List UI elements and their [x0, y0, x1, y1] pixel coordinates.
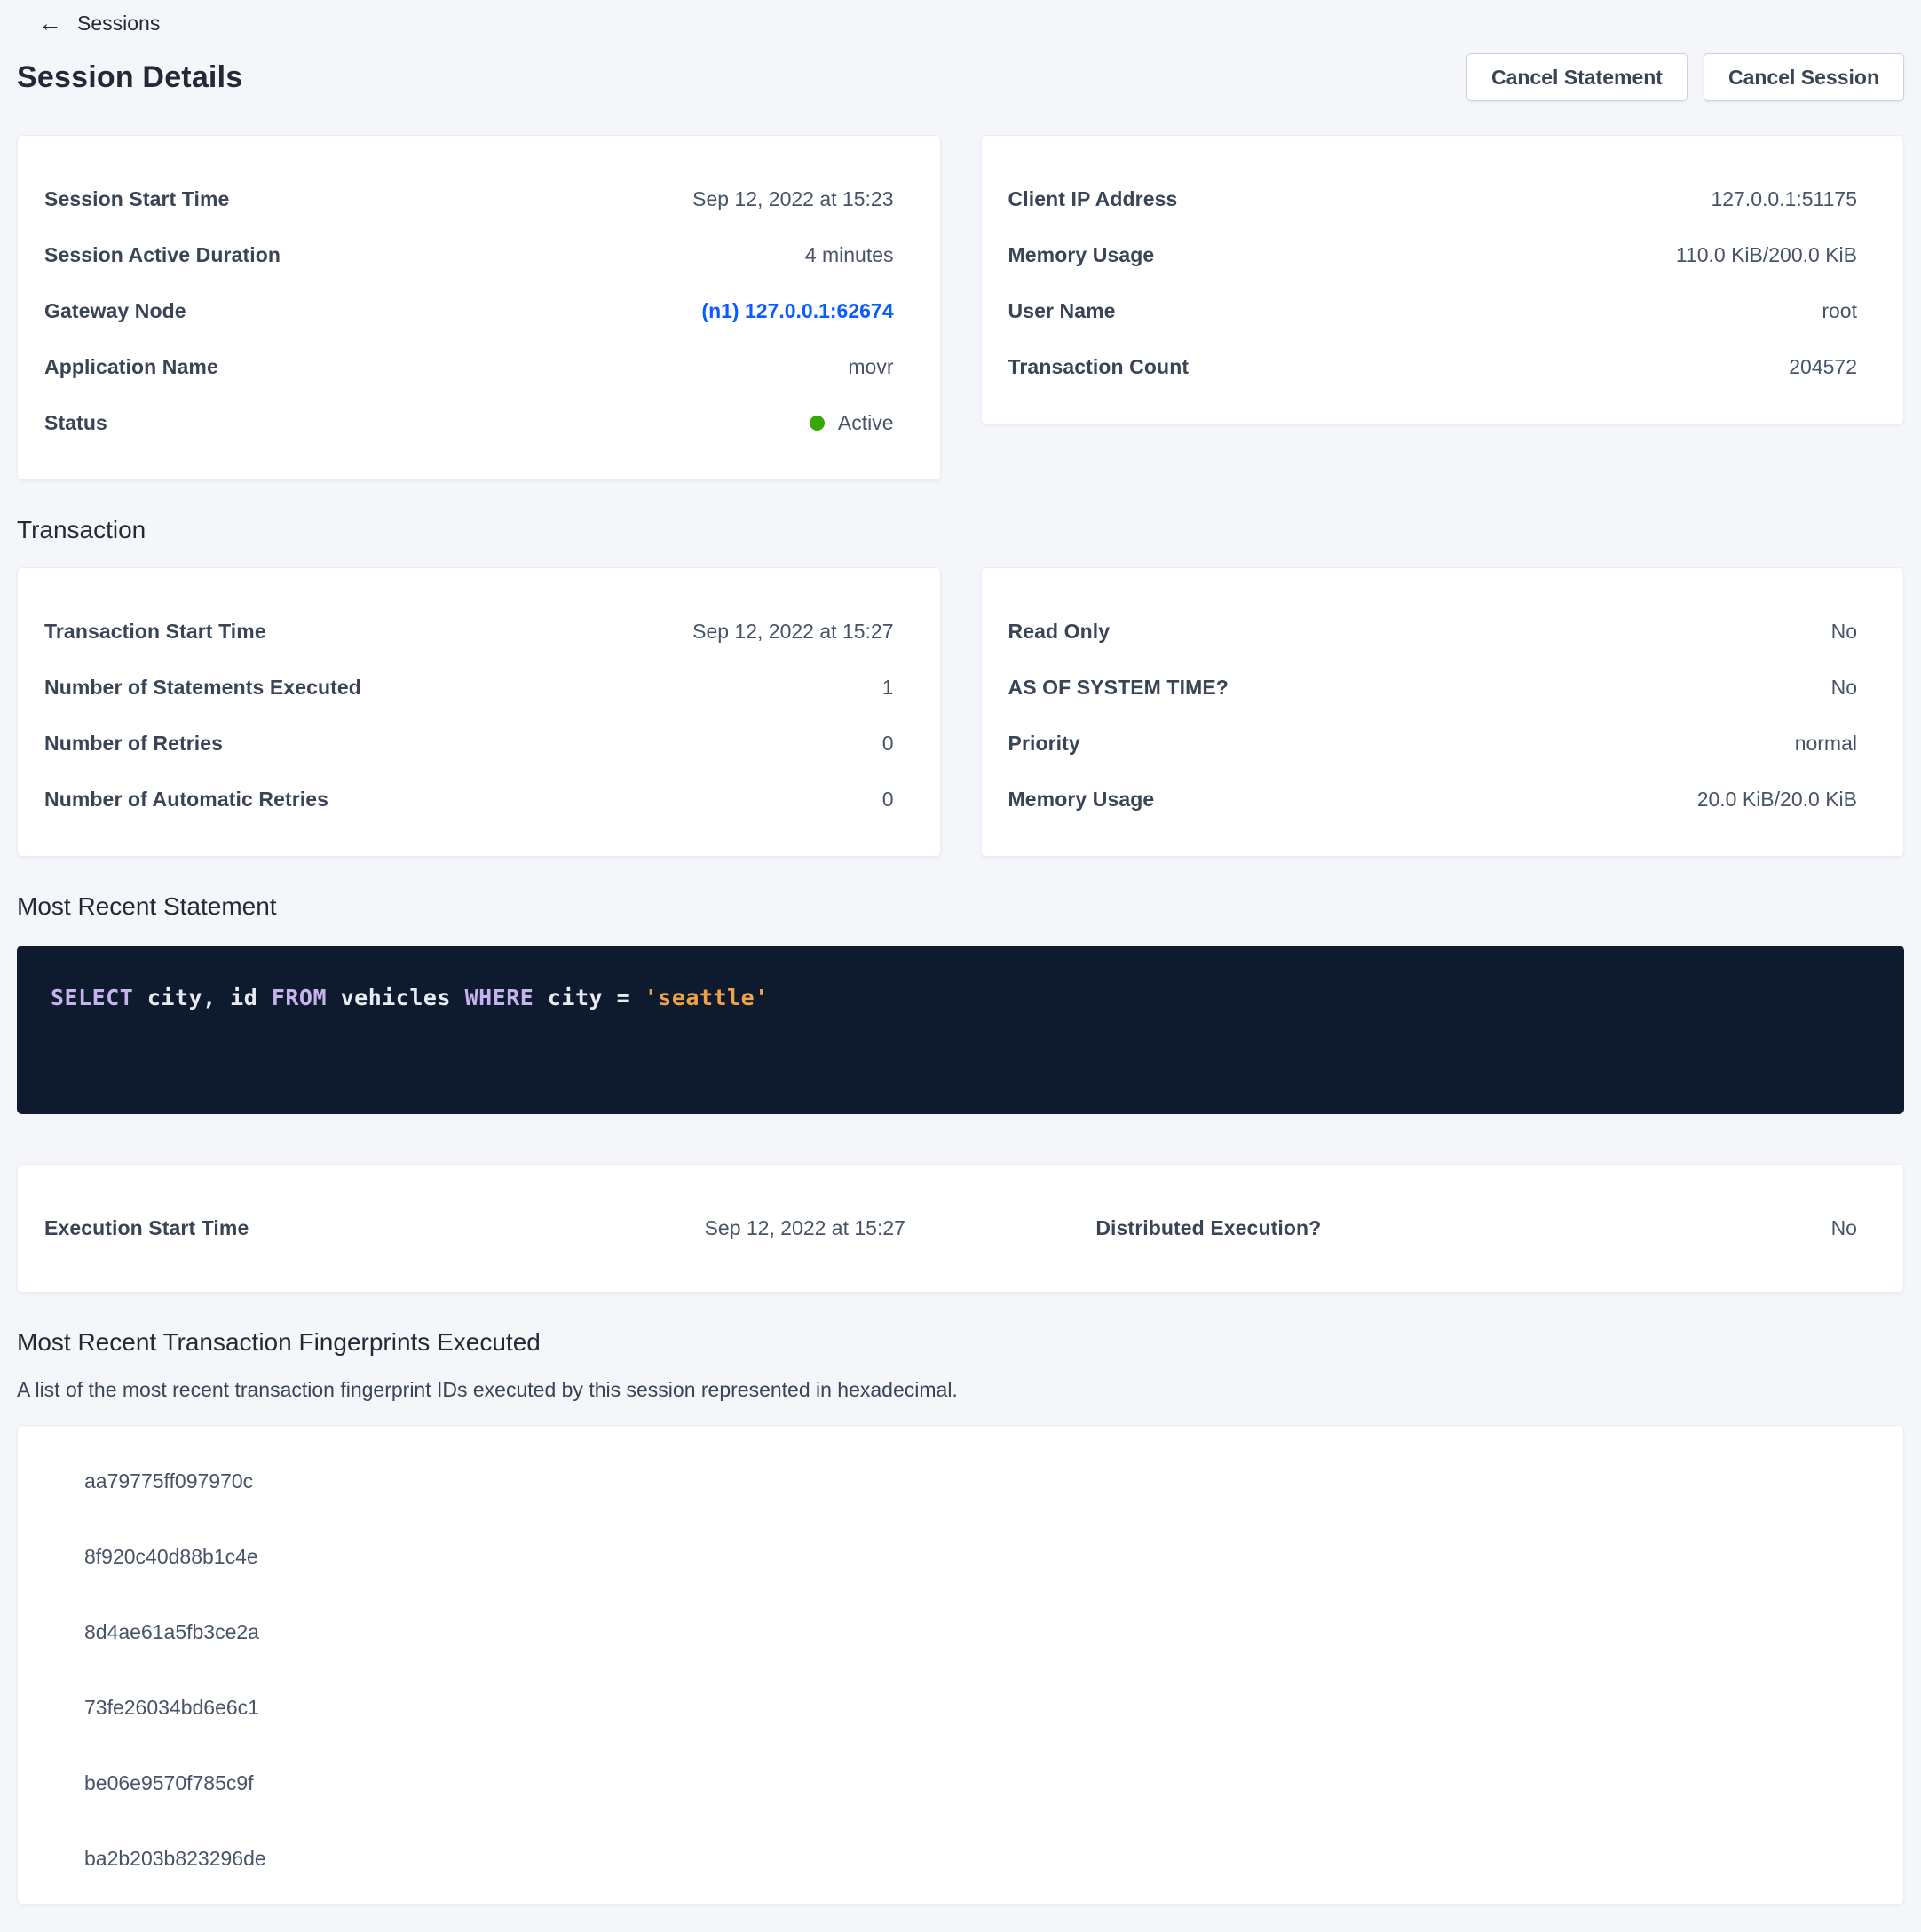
application-name-row: Application Name movr [44, 339, 894, 395]
detail-value: 1 [882, 676, 894, 700]
execution-details-grid: Execution Start Time Sep 12, 2022 at 15:… [44, 1216, 1857, 1240]
as-of-system-time-row: AS OF SYSTEM TIME? No [1008, 660, 1858, 716]
fingerprint-item: 73fe26034bd6e6c1 [84, 1670, 1877, 1746]
detail-label: Transaction Start Time [44, 620, 266, 644]
transaction-start-time-row: Transaction Start Time Sep 12, 2022 at 1… [44, 604, 894, 660]
back-arrow-icon: ← [38, 12, 62, 36]
cancel-session-button[interactable]: Cancel Session [1704, 53, 1904, 101]
sql-code-block: SELECT city, id FROM vehicles WHERE city… [17, 946, 1904, 1114]
gateway-node-link[interactable]: (n1) 127.0.0.1:62674 [701, 299, 893, 323]
detail-label: Session Active Duration [44, 243, 281, 267]
status-text: Active [838, 411, 894, 435]
detail-value: No [1831, 676, 1857, 700]
fingerprint-item: be06e9570f785c9f [84, 1746, 1877, 1821]
execution-details-card: Execution Start Time Sep 12, 2022 at 15:… [17, 1164, 1904, 1293]
detail-value: 127.0.0.1:51175 [1711, 187, 1857, 211]
distributed-execution-value: No [1459, 1216, 1857, 1240]
detail-label: Transaction Count [1008, 355, 1190, 379]
gateway-node-row: Gateway Node (n1) 127.0.0.1:62674 [44, 283, 894, 339]
fingerprints-card: aa79775ff097970c 8f920c40d88b1c4e 8d4ae6… [17, 1425, 1904, 1904]
back-to-sessions-link[interactable]: ← Sessions [17, 7, 160, 39]
sql-text: city = [534, 985, 644, 1010]
detail-value: 20.0 KiB/20.0 KiB [1697, 788, 1857, 812]
transaction-memory-usage-row: Memory Usage 20.0 KiB/20.0 KiB [1008, 772, 1858, 827]
detail-label: Gateway Node [44, 299, 186, 323]
client-ip-row: Client IP Address 127.0.0.1:51175 [1008, 171, 1858, 227]
detail-value: root [1822, 299, 1857, 323]
fingerprint-item: aa79775ff097970c [84, 1444, 1877, 1519]
fingerprints-heading: Most Recent Transaction Fingerprints Exe… [17, 1328, 1904, 1357]
detail-label: Number of Retries [44, 732, 223, 756]
detail-label: Read Only [1008, 620, 1111, 644]
detail-value: 0 [882, 788, 894, 812]
status-row: Status Active [44, 395, 894, 451]
sql-text: vehicles [327, 985, 465, 1010]
detail-value: 110.0 KiB/200.0 KiB [1676, 243, 1857, 267]
detail-label: Number of Statements Executed [44, 676, 361, 700]
sql-string-literal: 'seattle' [644, 985, 769, 1010]
detail-value: Sep 12, 2022 at 15:23 [692, 187, 893, 211]
status-badge: Active [810, 411, 894, 435]
detail-value: 204572 [1789, 355, 1857, 379]
transaction-card-right: Read Only No AS OF SYSTEM TIME? No Prior… [981, 567, 1905, 857]
title-row: Session Details Cancel Statement Cancel … [17, 51, 1904, 103]
transaction-card-left: Transaction Start Time Sep 12, 2022 at 1… [17, 567, 941, 857]
cancel-statement-button[interactable]: Cancel Statement [1466, 53, 1688, 101]
statements-executed-row: Number of Statements Executed 1 [44, 660, 894, 716]
detail-value: normal [1795, 732, 1857, 756]
automatic-retries-row: Number of Automatic Retries 0 [44, 772, 894, 827]
sql-keyword: SELECT [51, 985, 133, 1010]
status-active-icon [810, 416, 825, 431]
detail-label: Session Start Time [44, 187, 229, 211]
fingerprint-item: 8d4ae61a5fb3ce2a [84, 1595, 1877, 1670]
detail-label: Status [44, 411, 107, 435]
detail-value: 0 [882, 732, 894, 756]
detail-label: User Name [1008, 299, 1116, 323]
detail-label: Application Name [44, 355, 218, 379]
memory-usage-row: Memory Usage 110.0 KiB/200.0 KiB [1008, 227, 1858, 283]
detail-label: Number of Automatic Retries [44, 788, 328, 812]
sql-keyword: WHERE [465, 985, 534, 1010]
session-summary-card-right: Client IP Address 127.0.0.1:51175 Memory… [981, 135, 1905, 424]
sql-statement: SELECT city, id FROM vehicles WHERE city… [51, 985, 1870, 1010]
session-active-duration-row: Session Active Duration 4 minutes [44, 227, 894, 283]
distributed-execution-label: Distributed Execution? [1095, 1216, 1458, 1240]
detail-label: Priority [1008, 732, 1080, 756]
detail-label: Memory Usage [1008, 788, 1155, 812]
most-recent-statement-heading: Most Recent Statement [17, 892, 1904, 921]
detail-label: Memory Usage [1008, 243, 1155, 267]
session-start-time-row: Session Start Time Sep 12, 2022 at 15:23 [44, 171, 894, 227]
detail-value: movr [848, 355, 893, 379]
sql-text: city, id [133, 985, 272, 1010]
detail-label: AS OF SYSTEM TIME? [1008, 676, 1229, 700]
execution-start-time-label: Execution Start Time [44, 1216, 589, 1240]
fingerprint-item: ba2b203b823296de [84, 1821, 1877, 1896]
fingerprints-description: A list of the most recent transaction fi… [17, 1378, 1904, 1402]
page-title: Session Details [17, 60, 242, 95]
back-label: Sessions [77, 12, 160, 36]
execution-start-time-value: Sep 12, 2022 at 15:27 [589, 1216, 905, 1240]
transaction-count-row: Transaction Count 204572 [1008, 339, 1858, 395]
user-name-row: User Name root [1008, 283, 1858, 339]
session-summary-row: Session Start Time Sep 12, 2022 at 15:23… [17, 135, 1904, 480]
read-only-row: Read Only No [1008, 604, 1858, 660]
action-buttons: Cancel Statement Cancel Session [1466, 53, 1904, 101]
priority-row: Priority normal [1008, 716, 1858, 772]
retries-row: Number of Retries 0 [44, 716, 894, 772]
sql-keyword: FROM [272, 985, 327, 1010]
session-details-page: ← Sessions Session Details Cancel Statem… [0, 0, 1921, 1932]
detail-value: 4 minutes [805, 243, 894, 267]
transaction-row: Transaction Start Time Sep 12, 2022 at 1… [17, 567, 1904, 857]
fingerprint-item: 8f920c40d88b1c4e [84, 1519, 1877, 1595]
detail-label: Client IP Address [1008, 187, 1178, 211]
detail-value: No [1831, 620, 1857, 644]
session-summary-card-left: Session Start Time Sep 12, 2022 at 15:23… [17, 135, 941, 480]
detail-value: Sep 12, 2022 at 15:27 [692, 620, 893, 644]
transaction-section-heading: Transaction [17, 516, 1904, 544]
